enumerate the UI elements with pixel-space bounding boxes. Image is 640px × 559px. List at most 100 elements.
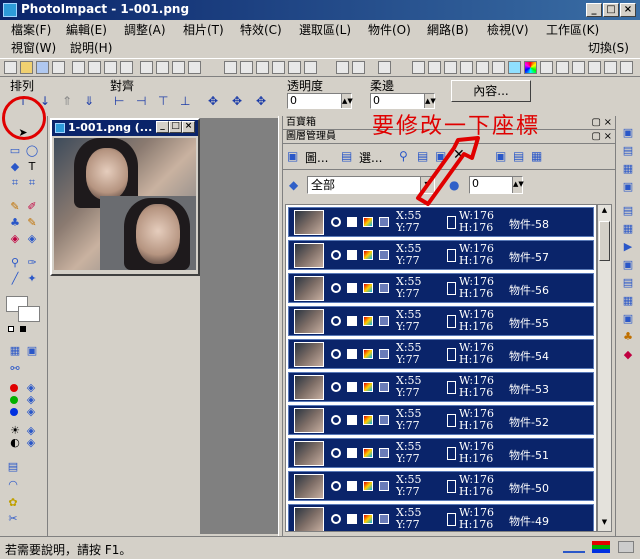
paint-tool-icon[interactable]: ✎ [8, 200, 22, 214]
menu-help[interactable]: 說明(H) [70, 39, 112, 57]
layer-color-icon[interactable] [363, 415, 373, 425]
save-icon[interactable] [36, 61, 49, 74]
redo-icon[interactable] [352, 61, 365, 74]
mode-b-option-icon[interactable]: ◈ [24, 436, 38, 450]
lasso-tool-icon[interactable]: ◯ [25, 144, 39, 158]
sidebar-d-icon[interactable]: ▣ [621, 180, 635, 194]
sidebar-e-icon[interactable]: ▤ [621, 204, 635, 218]
layer-lock-icon[interactable] [447, 414, 456, 427]
layer-mask-icon[interactable] [347, 217, 357, 227]
selection-tool-icon[interactable]: ▭ [8, 144, 22, 158]
palette-icon[interactable] [524, 61, 537, 74]
sidebar-l-icon[interactable]: ♣ [621, 330, 635, 344]
menu-window[interactable]: 視窗(W) [11, 39, 56, 57]
align-right-icon[interactable]: ⊣ [136, 94, 146, 108]
new-icon[interactable] [4, 61, 17, 74]
path-tool-icon[interactable]: ✦ [25, 272, 39, 286]
visibility-eye-icon[interactable] [331, 415, 341, 425]
visibility-eye-icon[interactable] [331, 481, 341, 491]
layer-color-icon[interactable] [363, 316, 373, 326]
tool-b-icon[interactable] [556, 61, 569, 74]
layer-mask-icon[interactable] [347, 283, 357, 293]
panel-c-icon[interactable]: ✿ [6, 496, 20, 510]
tab-select[interactable]: 選... [359, 149, 382, 166]
ruler-icon[interactable] [378, 61, 391, 74]
color-icon[interactable] [428, 61, 441, 74]
scroll-up-icon[interactable]: ▲ [599, 206, 610, 218]
effect-icon[interactable] [476, 61, 489, 74]
frame-icon[interactable] [460, 61, 473, 74]
menu-adjust[interactable]: 調整(A) [124, 21, 166, 39]
tool-a-icon[interactable] [540, 61, 553, 74]
document-image[interactable] [54, 138, 196, 270]
arrange-top-icon[interactable]: ⇑ [62, 94, 72, 108]
visibility-eye-icon[interactable] [331, 448, 341, 458]
menu-view[interactable]: 檢視(V) [487, 21, 529, 39]
print-icon[interactable] [72, 61, 85, 74]
image-icon[interactable] [412, 61, 425, 74]
align-bottom-icon[interactable]: ⊥ [180, 94, 190, 108]
shape-tool-icon[interactable]: ◆ [8, 160, 22, 174]
sidebar-g-icon[interactable]: ▶ [621, 240, 635, 254]
tab-image[interactable]: 圖... [305, 149, 328, 166]
layer-mask-icon[interactable] [347, 250, 357, 260]
preview-icon[interactable] [88, 61, 101, 74]
visibility-eye-icon[interactable] [331, 514, 341, 524]
sidebar-k-icon[interactable]: ▣ [621, 312, 635, 326]
scan-icon[interactable] [104, 61, 117, 74]
layer-color-icon[interactable] [363, 481, 373, 491]
panel-a-icon[interactable]: ▤ [6, 460, 20, 474]
blue-option-icon[interactable]: ◈ [24, 405, 38, 419]
sidebar-m-icon[interactable]: ◆ [621, 348, 635, 362]
layer-lock-icon[interactable] [447, 381, 456, 394]
sidebar-h-icon[interactable]: ▣ [621, 258, 635, 272]
menu-file[interactable]: 檔案(F) [11, 21, 51, 39]
layer-blend-icon[interactable] [379, 217, 389, 227]
layer-blend-icon[interactable] [379, 349, 389, 359]
spin-arrows-icon[interactable]: ▲▼ [341, 94, 353, 108]
fill-tool-icon[interactable]: ◈ [25, 232, 39, 246]
layer-row[interactable]: X:55 Y:77 W:176 H:176 物件-53 [288, 372, 594, 402]
menu-web[interactable]: 網路(B) [427, 21, 469, 39]
tool-e-icon[interactable] [604, 61, 617, 74]
white-swatch[interactable] [8, 326, 14, 332]
layer-blend-icon[interactable] [379, 382, 389, 392]
document-window[interactable]: 1-001.png (... _ □ × [50, 118, 200, 276]
visibility-eye-icon[interactable] [331, 382, 341, 392]
eyedropper-tool-icon[interactable]: ✑ [25, 256, 39, 270]
layer-row[interactable]: X:55 Y:77 W:176 H:176 物件-49 [288, 504, 594, 531]
sidebar-j-icon[interactable]: ▦ [621, 294, 635, 308]
align-left-icon[interactable]: ⊢ [114, 94, 124, 108]
menu-selection[interactable]: 選取區(L) [299, 21, 351, 39]
layer-blend-icon[interactable] [379, 415, 389, 425]
content-button[interactable]: 內容... [451, 80, 531, 102]
layer-lock-icon[interactable] [447, 315, 456, 328]
layer-lock-icon[interactable] [447, 447, 456, 460]
paste-new-icon[interactable] [272, 61, 285, 74]
page-icon[interactable] [140, 61, 153, 74]
text-tool-icon[interactable]: T [25, 160, 39, 174]
layer-lock-icon[interactable] [447, 282, 456, 295]
panel-b-icon[interactable]: ◠ [6, 478, 20, 492]
layer-color-icon[interactable] [363, 283, 373, 293]
arrange-bottom-icon[interactable]: ⇓ [84, 94, 94, 108]
transform-tool-icon[interactable]: ⌗ [25, 176, 39, 190]
layer-color-icon[interactable] [363, 349, 373, 359]
layer-blend-icon[interactable] [379, 514, 389, 524]
scrollbar-thumb[interactable] [599, 221, 610, 261]
align-center-icon[interactable]: ✥ [208, 94, 218, 108]
sidebar-b-icon[interactable]: ▤ [621, 144, 635, 158]
sidebar-a-icon[interactable]: ▣ [621, 126, 635, 140]
tool-f-icon[interactable] [620, 61, 633, 74]
sidebar-f-icon[interactable]: ▦ [621, 222, 635, 236]
layer-color-icon[interactable] [363, 514, 373, 524]
brush-tool-icon[interactable]: ✐ [25, 200, 39, 214]
doc-maximize-button[interactable]: □ [169, 121, 182, 133]
green-channel-icon[interactable] [10, 396, 18, 404]
visibility-eye-icon[interactable] [331, 349, 341, 359]
layer-lock-icon[interactable] [447, 216, 456, 229]
maximize-button[interactable]: □ [603, 3, 619, 17]
crop-tool-icon[interactable]: ⌗ [8, 176, 22, 190]
eraser-tool-icon[interactable]: ◈ [8, 232, 22, 246]
layer-mask-icon[interactable] [347, 382, 357, 392]
